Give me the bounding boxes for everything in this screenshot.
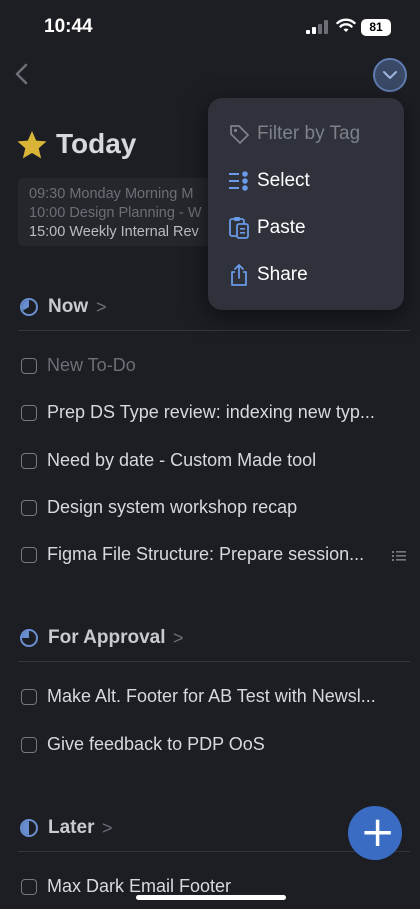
wifi-icon [336, 18, 356, 32]
page-title: Today [56, 128, 137, 159]
chevron-right-icon: > [102, 818, 113, 838]
task-label: Give feedback to PDP OoS [47, 734, 265, 754]
plus-icon: + [360, 807, 396, 856]
menu-item-share[interactable]: Share [208, 255, 404, 295]
section-title-later[interactable]: Later [48, 817, 94, 839]
task-checkbox[interactable] [21, 358, 37, 374]
select-list-icon [229, 171, 248, 191]
task-row[interactable]: Give feedback to PDP OoS [20, 731, 420, 761]
task-label: Need by date - Custom Made tool [47, 450, 317, 470]
task-label: Design system workshop recap [47, 497, 298, 517]
calendar-event: 15:00 Weekly Internal Rev [29, 224, 199, 240]
divider [18, 851, 410, 852]
home-indicator[interactable] [136, 895, 286, 900]
calendar-event: 10:00 Design Planning - W [29, 205, 202, 221]
task-label: New To-Do [47, 355, 136, 375]
add-todo-button[interactable]: + [348, 806, 402, 860]
clipboard-icon [229, 217, 249, 239]
now-section-icon [20, 298, 38, 316]
menu-item-select[interactable]: Select [208, 161, 404, 201]
chevron-right-icon: > [173, 628, 184, 648]
task-checkbox[interactable] [21, 737, 37, 753]
more-options-menu: Filter by Tag Select Paste Share [208, 98, 404, 310]
task-label: Max Dark Email Footer [47, 876, 232, 896]
chevron-right-icon: > [96, 297, 107, 317]
divider [18, 661, 410, 662]
task-row[interactable]: Design system workshop recap [20, 494, 420, 524]
task-label: Figma File Structure: Prepare session... [47, 544, 365, 564]
menu-item-filter-by-tag[interactable]: Filter by Tag [208, 114, 404, 154]
task-row[interactable]: Make Alt. Footer for AB Test with Newsl.… [20, 683, 420, 713]
cellular-signal-icon [306, 20, 328, 34]
more-options-button[interactable] [373, 58, 407, 92]
share-icon [231, 264, 247, 286]
section-title-now[interactable]: Now [48, 296, 88, 318]
divider [18, 330, 410, 331]
task-checkbox[interactable] [21, 453, 37, 469]
task-checkbox[interactable] [21, 500, 37, 516]
task-label: Make Alt. Footer for AB Test with Newsl.… [47, 686, 376, 706]
menu-item-paste[interactable]: Paste [208, 208, 404, 248]
for-approval-section-icon [20, 629, 38, 647]
task-checkbox[interactable] [21, 405, 37, 421]
task-label: Prep DS Type review: indexing new typ... [47, 402, 375, 422]
task-row[interactable]: Prep DS Type review: indexing new typ... [20, 399, 420, 429]
battery-indicator: 81 [361, 19, 391, 36]
back-chevron-icon[interactable] [12, 60, 32, 88]
section-title-for-approval[interactable]: For Approval [48, 627, 166, 649]
calendar-event: 09:30 Monday Morning M [29, 186, 194, 202]
later-section-icon [20, 819, 38, 837]
task-row[interactable]: Figma File Structure: Prepare session... [20, 541, 420, 571]
task-row[interactable]: New To-Do [20, 352, 420, 382]
chevron-down-icon [383, 71, 397, 79]
task-checkbox[interactable] [21, 879, 37, 895]
star-icon [17, 131, 47, 159]
task-checkbox[interactable] [21, 689, 37, 705]
task-checkbox[interactable] [21, 547, 37, 563]
task-row[interactable]: Need by date - Custom Made tool [20, 447, 420, 477]
notes-icon [392, 551, 406, 561]
tag-icon [230, 125, 249, 144]
status-time: 10:44 [44, 16, 93, 37]
